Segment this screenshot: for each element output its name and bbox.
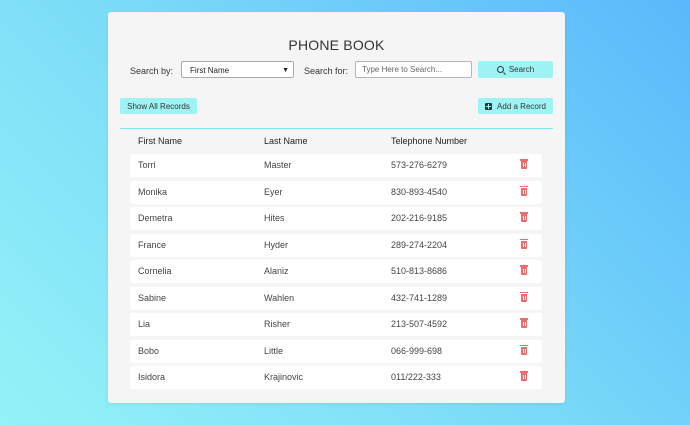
last-name-cell: Risher (264, 319, 291, 329)
show-all-records-label: Show All Records (127, 101, 190, 111)
table-row: Demetra Hites 202-216-9185 (130, 207, 542, 230)
column-header-first-name: First Name (138, 136, 183, 146)
last-name-cell: Hites (264, 213, 285, 223)
search-for-label: Search for: (304, 66, 349, 76)
trash-icon[interactable] (520, 318, 528, 328)
add-record-button[interactable]: Add a Record (478, 98, 553, 114)
last-name-cell: Krajinovic (264, 372, 304, 382)
last-name-cell: Hyder (264, 239, 289, 250)
column-header-telephone: Telephone Number (391, 136, 468, 146)
first-name-cell: Isidora (138, 372, 166, 382)
show-all-records-button[interactable]: Show All Records (120, 98, 197, 114)
trash-icon[interactable] (520, 212, 528, 222)
search-button-label: Search (508, 65, 535, 74)
phone-cell: 202-216-9185 (391, 213, 448, 223)
divider (120, 128, 553, 129)
table-row: Sabine Wahlen 432-741-1289 (130, 286, 542, 310)
phone-book-card: PHONE BOOK Search by: First Name ▼ Searc… (108, 12, 565, 403)
table-row: Lia Risher 213-507-4592 (130, 313, 542, 336)
search-by-label: Search by: (130, 66, 174, 76)
trash-icon[interactable] (520, 159, 528, 169)
search-button[interactable]: Search (478, 61, 553, 78)
first-name-cell: Sabine (138, 292, 167, 303)
table-header: First Name Last Name Telephone Number (108, 136, 565, 150)
trash-icon[interactable] (520, 344, 528, 355)
first-name-cell: Lia (138, 319, 151, 329)
search-by-select[interactable]: First Name ▼ (181, 61, 294, 78)
dropdown-caret-icon: ▼ (282, 67, 289, 74)
trash-icon[interactable] (520, 265, 528, 275)
first-name-cell: Bobo (138, 345, 160, 356)
plus-square-icon (485, 102, 493, 110)
trash-icon[interactable] (520, 238, 528, 249)
table-row: France Hyder 289-274-2204 (130, 233, 542, 257)
first-name-cell: Monika (138, 186, 168, 197)
table-row: Isidora Krajinovic 011/222-333 (130, 366, 542, 389)
last-name-cell: Master (264, 160, 292, 170)
first-name-cell: Cornelia (138, 266, 172, 276)
phone-cell: 213-507-4592 (391, 319, 448, 329)
phone-cell: 573-276-6279 (391, 160, 448, 170)
last-name-cell: Wahlen (264, 292, 295, 303)
search-by-value: First Name (190, 66, 230, 75)
add-record-label: Add a Record (497, 101, 546, 111)
search-input[interactable]: Type Here to Search... (355, 61, 472, 78)
table-row: Bobo Little 066-999-698 (130, 339, 542, 363)
phone-cell: 289-274-2204 (391, 239, 448, 250)
search-icon (496, 66, 504, 73)
phone-cell: 066-999-698 (391, 345, 443, 356)
table-row: Cornelia Alaniz 510-813-8686 (130, 260, 542, 283)
trash-icon[interactable] (520, 291, 528, 302)
records-list: Torri Master 573-276-6279 Monika Eyer 83… (130, 154, 542, 393)
first-name-cell: Demetra (138, 213, 173, 223)
phone-cell: 830-893-4540 (391, 186, 448, 197)
last-name-cell: Little (264, 345, 284, 356)
last-name-cell: Alaniz (264, 266, 289, 276)
trash-icon[interactable] (520, 371, 528, 381)
trash-icon[interactable] (520, 185, 528, 196)
column-header-last-name: Last Name (264, 136, 308, 146)
table-row: Torri Master 573-276-6279 (130, 154, 542, 177)
phone-cell: 011/222-333 (391, 372, 441, 382)
table-row: Monika Eyer 830-893-4540 (130, 180, 542, 204)
page-title: PHONE BOOK (288, 37, 385, 53)
phone-cell: 432-741-1289 (391, 292, 448, 303)
first-name-cell: France (138, 239, 167, 250)
first-name-cell: Torri (138, 160, 156, 170)
last-name-cell: Eyer (264, 186, 283, 197)
phone-cell: 510-813-8686 (391, 266, 448, 276)
